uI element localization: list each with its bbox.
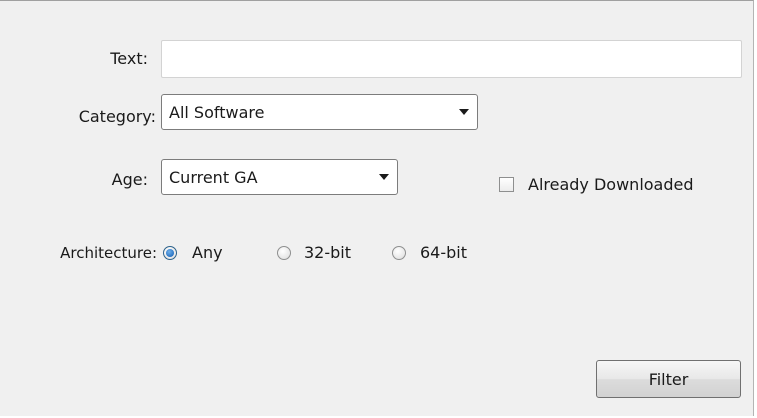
architecture-option-any-label[interactable]: Any xyxy=(192,243,223,263)
chevron-down-icon xyxy=(459,109,469,115)
category-label: Category: xyxy=(78,107,156,126)
architecture-radio-32bit[interactable] xyxy=(277,246,291,260)
category-select[interactable]: All Software xyxy=(161,94,478,130)
age-select[interactable]: Current GA xyxy=(161,159,398,195)
already-downloaded-label[interactable]: Already Downloaded xyxy=(528,175,694,195)
already-downloaded-checkbox[interactable] xyxy=(499,177,514,192)
category-selected-value: All Software xyxy=(169,102,265,122)
age-label: Age: xyxy=(111,170,148,189)
architecture-option-32bit-label[interactable]: 32-bit xyxy=(304,243,351,263)
chevron-down-icon xyxy=(379,174,389,180)
architecture-option-64bit-label[interactable]: 64-bit xyxy=(420,243,467,263)
filter-button[interactable]: Filter xyxy=(596,360,741,398)
text-input[interactable] xyxy=(161,40,742,78)
age-selected-value: Current GA xyxy=(169,167,258,187)
architecture-label: Architecture: xyxy=(60,244,157,262)
text-label: Text: xyxy=(110,49,148,68)
architecture-radio-any[interactable] xyxy=(163,246,177,260)
architecture-radio-64bit[interactable] xyxy=(392,246,406,260)
filter-panel: Text: Category: All Software Age: Curren… xyxy=(0,0,754,416)
